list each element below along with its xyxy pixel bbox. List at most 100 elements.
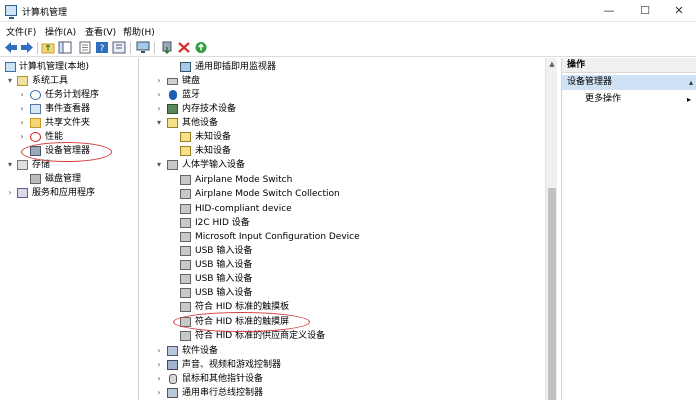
delete-icon[interactable] [177,41,191,54]
hid-icon [167,160,178,170]
help-icon[interactable]: ? [95,41,109,54]
expand-arrow-icon[interactable]: › [18,102,26,116]
hid-icon [180,302,191,312]
toolbar-separator [37,42,38,54]
computer-icon [5,62,16,72]
expand-arrow-icon[interactable]: › [155,88,163,102]
tree-item-event-viewer[interactable]: › 事件查看器 [0,102,139,116]
menu-file[interactable]: 文件(F) [6,25,36,38]
device-item[interactable]: 符合 HID 标准的供应商定义设备 [141,329,541,343]
toolbar-separator [130,42,131,54]
collapse-arrow-icon[interactable]: ▾ [6,74,14,88]
hid-icon [180,218,191,228]
device-category-other-devices[interactable]: ▾ 其他设备 [141,116,541,130]
bluetooth-icon [169,90,177,100]
tree-item-device-manager[interactable]: 设备管理器 [0,144,139,158]
device-item[interactable]: 未知设备 [141,130,541,144]
device-item[interactable]: Airplane Mode Switch [141,173,541,187]
expand-arrow-icon[interactable]: › [18,88,26,102]
expand-arrow-icon[interactable]: › [155,102,163,116]
menu-view[interactable]: 查看(V) [85,25,116,38]
update-driver-icon[interactable] [160,41,174,55]
device-category-usb-controllers[interactable]: › 通用串行总线控制器 [141,386,541,400]
monitor-icon[interactable] [136,41,150,54]
collapse-arrow-icon[interactable]: ▴ [689,75,693,90]
tree-item-task-scheduler[interactable]: › 任务计划程序 [0,88,139,102]
device-manager-icon [30,146,41,156]
minimize-button[interactable]: — [592,0,626,22]
device-item[interactable]: 符合 HID 标准的触摸板 [141,300,541,314]
expand-arrow-icon[interactable]: › [6,186,14,200]
close-button[interactable]: ✕ [662,0,696,22]
unknown-device-icon [167,118,178,128]
up-folder-icon[interactable] [41,41,55,54]
window-title: 计算机管理 [22,8,68,18]
scroll-thumb[interactable] [548,188,556,400]
collapse-arrow-icon[interactable]: ▾ [6,158,14,172]
chip-icon [167,104,178,114]
device-category-sound-video-game[interactable]: › 声音、视频和游戏控制器 [141,358,541,372]
device-item[interactable]: Airplane Mode Switch Collection [141,187,541,201]
menu-help[interactable]: 帮助(H) [123,25,155,38]
device-category-software-devices[interactable]: › 软件设备 [141,344,541,358]
scroll-up-icon[interactable]: ▲ [546,59,558,70]
tree-item-services-and-applications[interactable]: › 服务和应用程序 [0,186,139,200]
tree-item-storage[interactable]: ▾ 存储 [0,158,139,172]
maximize-button[interactable]: ☐ [628,0,662,22]
device-item[interactable]: USB 输入设备 [141,258,541,272]
storage-icon [17,160,28,170]
forward-icon[interactable] [20,41,34,54]
more-actions-label: 更多操作 [585,94,622,104]
device-item[interactable]: I2C HID 设备 [141,216,541,230]
device-category-mice[interactable]: › 鼠标和其他指针设备 [141,372,541,386]
expand-arrow-icon[interactable]: › [155,358,163,372]
unknown-device-icon [180,146,191,156]
usb-icon [167,388,178,398]
services-icon [17,188,28,198]
expand-arrow-icon[interactable]: › [155,344,163,358]
enable-device-icon[interactable] [194,41,208,54]
collapse-arrow-icon[interactable]: ▾ [155,116,163,130]
device-item[interactable]: USB 输入设备 [141,286,541,300]
folder-icon [30,118,41,128]
device-category-bluetooth[interactable]: › 蓝牙 [141,88,541,102]
menu-action[interactable]: 操作(A) [45,25,76,38]
device-item[interactable]: Microsoft Input Configuration Device [141,230,541,244]
tree-item-performance[interactable]: › 性能 [0,130,139,144]
device-item[interactable]: USB 输入设备 [141,272,541,286]
device-item[interactable]: 未知设备 [141,144,541,158]
vertical-scrollbar[interactable]: ▲ [545,58,557,400]
device-item[interactable]: USB 输入设备 [141,244,541,258]
unknown-device-icon [180,132,191,142]
device-category-keyboard[interactable]: › 键盘 [141,74,541,88]
more-actions-item[interactable]: 更多操作 ▸ [562,92,696,107]
expand-arrow-icon[interactable]: › [155,74,163,88]
hid-icon [180,288,191,298]
device-item-touchscreen[interactable]: 符合 HID 标准的触摸屏 [141,315,541,329]
properties-icon[interactable] [78,41,92,54]
collapse-arrow-icon[interactable]: ▾ [155,158,163,172]
tree-item-system-tools[interactable]: ▾ 系统工具 [0,74,139,88]
expand-arrow-icon[interactable]: › [155,372,163,386]
expand-arrow-icon[interactable]: › [155,386,163,400]
submenu-arrow-icon: ▸ [686,95,691,104]
actions-section-label: 设备管理器 [567,77,613,87]
back-icon[interactable] [4,41,18,54]
device-category-memory-technology[interactable]: › 内存技术设备 [141,102,541,116]
device-item[interactable]: 通用即插即用监视器 [141,60,541,74]
device-category-human-interface-devices[interactable]: ▾ 人体学输入设备 [141,158,541,172]
keyboard-icon [167,78,178,85]
toolbar: ? [0,39,696,57]
expand-arrow-icon[interactable]: › [18,130,26,144]
tree-item-shared-folders[interactable]: › 共享文件夹 [0,116,139,130]
tree-item-computer-management[interactable]: 计算机管理(本地) [0,60,139,74]
help-book-icon[interactable] [112,41,126,54]
show-hide-tree-icon[interactable] [58,41,72,54]
tree-item-disk-management[interactable]: 磁盘管理 [0,172,139,186]
software-device-icon [167,346,178,356]
device-item[interactable]: HID-compliant device [141,202,541,216]
expand-arrow-icon[interactable]: › [18,116,26,130]
monitor-icon [180,62,191,72]
actions-section-device-manager[interactable]: 设备管理器 ▴ [562,75,696,90]
hid-icon [180,274,191,284]
